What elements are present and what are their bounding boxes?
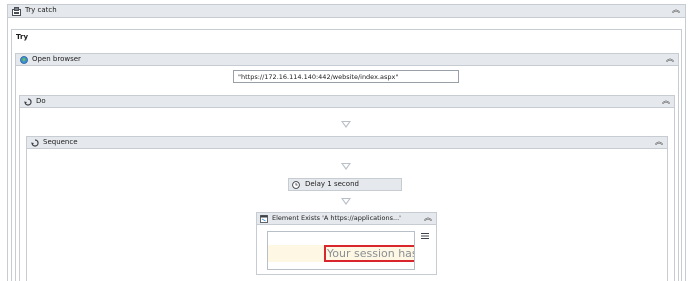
loop-icon	[24, 98, 32, 106]
sequence-title: Sequence	[43, 138, 78, 146]
open-browser-header[interactable]: Open browser ︽	[15, 53, 679, 66]
element-exists-header[interactable]: Element Exists 'A https://applications..…	[256, 212, 437, 225]
drop-target-arrow-icon[interactable]	[341, 198, 351, 205]
try-catch-title: Try catch	[25, 6, 57, 14]
url-field[interactable]	[233, 70, 459, 83]
window-icon	[260, 215, 268, 223]
drop-target-arrow-icon[interactable]	[341, 121, 351, 128]
hamburger-icon[interactable]	[421, 232, 429, 240]
sequence-icon	[31, 139, 39, 147]
collapse-open-browser-icon[interactable]: ︽	[666, 55, 674, 63]
delay-activity[interactable]: Delay 1 second	[288, 178, 402, 191]
try-catch-header[interactable]: Try catch ︽	[7, 4, 686, 18]
preview-text: Your session has t	[327, 247, 414, 260]
sequence-header[interactable]: Sequence ︽	[26, 136, 668, 149]
clock-icon	[292, 181, 300, 189]
delay-title: Delay 1 second	[305, 180, 359, 188]
selected-element-frame[interactable]: Your session has t	[324, 245, 414, 262]
target-preview[interactable]: Your session has t	[267, 231, 415, 270]
open-browser-title: Open browser	[32, 55, 81, 63]
element-exists-title: Element Exists 'A https://applications..…	[272, 214, 401, 222]
drop-target-arrow-icon[interactable]	[341, 163, 351, 170]
do-title: Do	[36, 97, 46, 105]
collapse-do-icon[interactable]: ︽	[662, 97, 670, 105]
collapse-element-exists-icon[interactable]: ︽	[424, 214, 432, 222]
globe-icon	[20, 56, 28, 64]
collapse-sequence-icon[interactable]: ︽	[655, 138, 663, 146]
do-header[interactable]: Do ︽	[19, 95, 675, 108]
try-catch-icon	[12, 7, 21, 16]
try-label: Try	[16, 33, 29, 41]
collapse-try-catch-icon[interactable]: ︽	[672, 6, 680, 14]
